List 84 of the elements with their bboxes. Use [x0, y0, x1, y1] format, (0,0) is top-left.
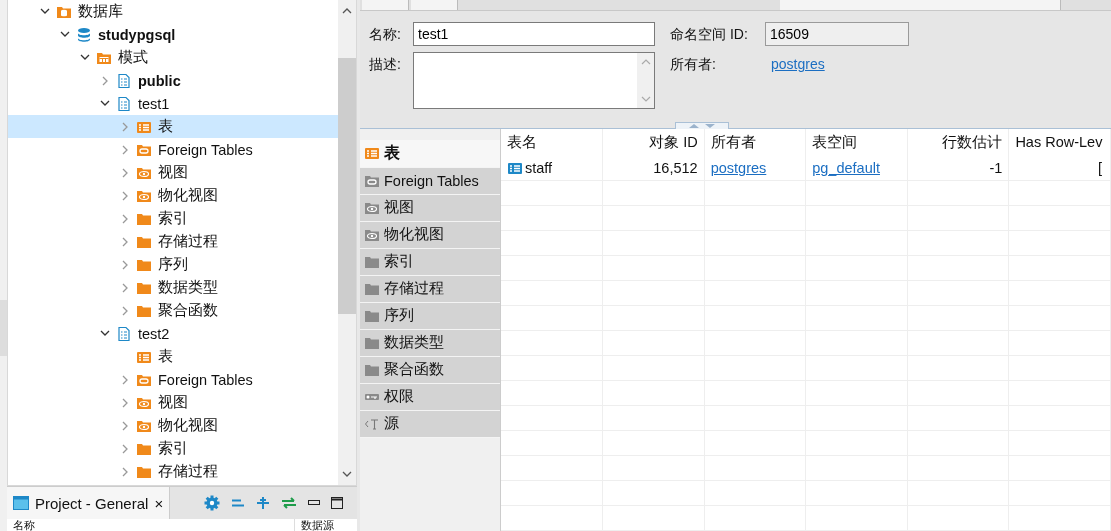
window-icon [13, 496, 29, 510]
expand-chevron-icon[interactable] [120, 397, 130, 408]
expand-chevron-icon[interactable] [100, 75, 110, 86]
tree-item[interactable]: test1 [8, 92, 338, 115]
name-field[interactable]: test1 [413, 21, 655, 46]
object-tab[interactable]: 表 [360, 139, 500, 168]
object-tab[interactable]: 源 [360, 410, 500, 438]
object-tab[interactable]: 索引 [360, 248, 500, 276]
column-header[interactable]: Has Row-Lev [1008, 128, 1111, 156]
expand-chevron-icon[interactable] [120, 466, 130, 477]
table-icon [364, 145, 380, 161]
tree-item[interactable]: 模式 [8, 46, 338, 69]
settings-icon[interactable] [204, 495, 220, 511]
link-arrows-icon[interactable] [281, 497, 297, 509]
expand-chevron-icon[interactable] [120, 213, 130, 224]
table-cell: -1 [989, 159, 1003, 176]
tree-item[interactable]: 索引 [8, 207, 338, 230]
field-label: 命名空间 ID: [670, 24, 749, 44]
object-tab[interactable]: 权限 [360, 383, 500, 411]
table-link[interactable]: postgres [710, 159, 767, 176]
object-tab[interactable]: 序列 [360, 302, 500, 330]
field-label: 描述: [369, 54, 402, 74]
tree-item[interactable]: public [8, 69, 338, 92]
tree-item[interactable]: 索引 [8, 437, 338, 460]
expand-icon[interactable] [256, 496, 270, 510]
tree-item[interactable]: 存储过程 [8, 230, 338, 253]
tab-title: Project - General [35, 494, 149, 512]
object-tab[interactable]: 物化视图 [360, 221, 500, 249]
expand-chevron-icon[interactable] [120, 259, 130, 270]
schema-icon [116, 325, 132, 342]
expand-chevron-icon[interactable] [120, 374, 130, 385]
tree-item[interactable]: 表 [8, 345, 338, 368]
tree-item[interactable]: 表 [8, 115, 338, 138]
tree-item[interactable]: 存储过程 [8, 460, 338, 483]
column-header[interactable]: 对象 ID [602, 128, 705, 156]
expand-chevron-icon[interactable] [120, 282, 130, 293]
expand-chevron-icon[interactable] [120, 121, 130, 132]
tree-item[interactable]: 聚合函数 [8, 299, 338, 322]
table-cell: [ [1097, 159, 1102, 176]
column-header[interactable]: 所有者 [704, 128, 806, 156]
close-button[interactable]: × [154, 494, 164, 512]
namespace-id-field[interactable]: 16509 [765, 21, 909, 46]
expand-chevron-icon[interactable] [120, 190, 130, 201]
column-header[interactable]: 名称 [7, 519, 295, 531]
table-link[interactable]: pg_default [812, 159, 880, 176]
column-header[interactable]: 表名 [501, 128, 603, 156]
owner-link[interactable]: postgres [771, 51, 825, 76]
object-tab[interactable]: Foreign Tables [360, 167, 500, 195]
minimize-icon[interactable] [308, 500, 320, 506]
tree-item[interactable]: test2 [8, 322, 338, 345]
expand-chevron-icon[interactable] [120, 167, 130, 178]
database-icon [76, 26, 92, 43]
tree-item[interactable]: 数据库 [8, 0, 338, 23]
expand-chevron-icon[interactable] [120, 443, 130, 454]
column-header[interactable]: 表空间 [805, 128, 908, 156]
tree-item[interactable]: Foreign Tables [8, 368, 338, 391]
table-cell: 16,512 [653, 159, 698, 176]
column-header[interactable]: 数据源 [295, 519, 340, 531]
column-header[interactable]: 行数估计 [907, 128, 1009, 156]
schema-icon [116, 72, 132, 89]
expand-chevron-icon[interactable] [120, 144, 130, 155]
expand-chevron-icon[interactable] [120, 420, 130, 431]
expand-chevron-icon[interactable] [120, 305, 130, 316]
tree-item[interactable]: 物化视图 [8, 414, 338, 437]
maximize-icon[interactable] [331, 497, 343, 509]
schema-icon [116, 95, 132, 112]
tree-item[interactable]: 视图 [8, 161, 338, 184]
field-label: 所有者: [670, 54, 717, 74]
scrollbar[interactable] [338, 0, 356, 485]
tree-item[interactable]: 视图 [8, 391, 338, 414]
object-tab[interactable]: 视图 [360, 194, 500, 222]
collapse-icon[interactable] [231, 499, 245, 507]
project-tab[interactable]: Project - General × [7, 487, 171, 519]
object-tab[interactable]: 数据类型 [360, 329, 500, 357]
tree-item[interactable]: 数据类型 [8, 276, 338, 299]
expand-chevron-icon[interactable] [120, 236, 130, 247]
table-name[interactable]: staff [525, 159, 553, 176]
tree-item[interactable]: Foreign Tables [8, 138, 338, 161]
tree-item[interactable]: 序列 [8, 253, 338, 276]
object-tab[interactable]: 聚合函数 [360, 356, 500, 384]
object-tab[interactable]: 存储过程 [360, 275, 500, 303]
field-label: 名称: [369, 24, 402, 44]
tree-item[interactable]: studypgsql [8, 23, 338, 46]
tree-item[interactable]: 物化视图 [8, 184, 338, 207]
